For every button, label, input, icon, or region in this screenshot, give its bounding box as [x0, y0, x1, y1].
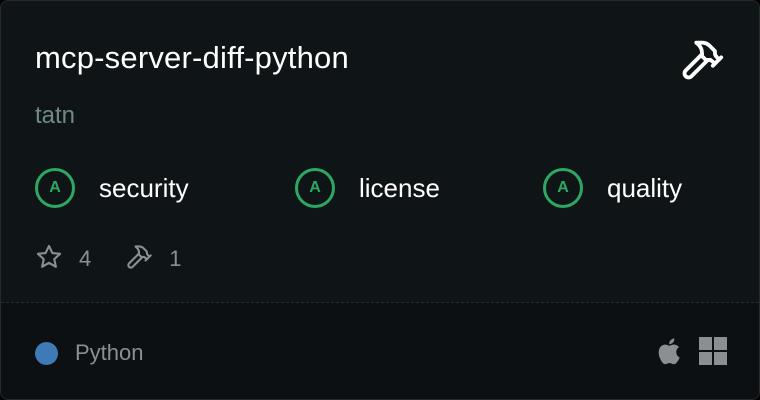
apple-icon	[655, 336, 681, 371]
card-body: mcp-server-diff-python tatn A security A…	[1, 1, 759, 304]
windows-icon	[699, 337, 727, 370]
security-label: security	[99, 172, 189, 203]
card-footer: Python	[1, 302, 759, 399]
language-name: Python	[75, 340, 144, 365]
star-count-value: 4	[79, 246, 92, 271]
license-grade-badge: A	[295, 168, 335, 208]
security-score: A security	[35, 165, 189, 211]
license-score: A license	[295, 165, 440, 211]
language-color-dot	[35, 341, 58, 365]
language-indicator: Python	[35, 340, 144, 366]
hammer-icon	[679, 37, 725, 83]
server-title[interactable]: mcp-server-diff-python	[35, 39, 349, 77]
tool-count-value: 1	[169, 246, 182, 271]
quality-grade-badge: A	[543, 168, 583, 208]
server-card[interactable]: mcp-server-diff-python tatn A security A…	[0, 0, 760, 400]
quality-label: quality	[607, 172, 683, 203]
license-label: license	[359, 172, 440, 203]
author-name[interactable]: tatn	[35, 101, 75, 131]
star-icon	[35, 243, 63, 276]
score-row: A security A license A quality	[35, 165, 735, 211]
hammer-icon	[125, 243, 153, 276]
security-grade-badge: A	[35, 168, 75, 208]
quality-score: A quality	[543, 165, 682, 211]
stats-row: 4 1	[35, 241, 216, 277]
platform-icons	[637, 336, 727, 371]
tool-count: 1	[125, 243, 182, 276]
star-count: 4	[35, 243, 91, 276]
